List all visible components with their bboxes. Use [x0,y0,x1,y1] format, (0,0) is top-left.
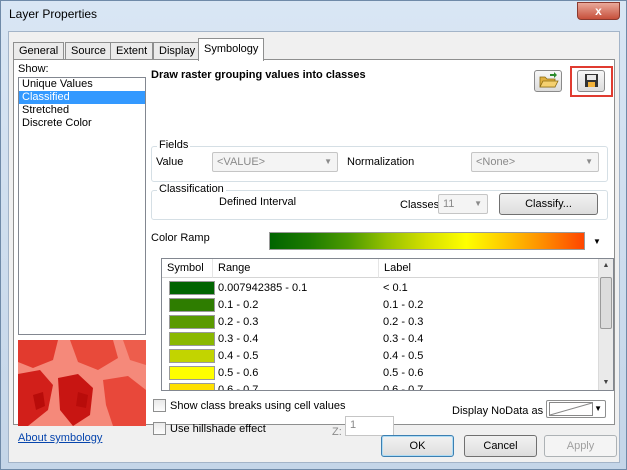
about-symbology-link[interactable]: About symbology [18,432,102,444]
open-renderer-button[interactable] [534,70,562,92]
symbology-panel: Show: Unique Values Classified Stretched… [13,59,615,444]
normalization-label: Normalization [347,156,415,168]
table-row[interactable]: 0.6 - 0.7 0.6 - 0.7 [162,382,600,390]
layer-properties-window: Layer Properties x General Source Extent… [0,0,627,470]
classification-group-title: Classification [157,183,226,195]
floppy-disk-icon [585,74,598,87]
symbol-swatch[interactable] [169,366,215,380]
label-cell[interactable]: 0.4 - 0.5 [383,350,423,362]
symbol-class-table: Symbol Range Label 0.007942385 - 0.1 < 0.… [161,258,614,391]
symbol-swatch[interactable] [169,315,215,329]
symbol-swatch[interactable] [169,332,215,346]
chevron-down-icon: ▼ [474,199,482,208]
classes-select[interactable]: 11 ▼ [438,194,488,214]
classes-label: Classes [400,199,440,211]
scroll-thumb[interactable] [600,277,612,329]
show-item-unique-values[interactable]: Unique Values [19,78,145,91]
symbol-swatch[interactable] [169,298,215,312]
value-field-select[interactable]: <VALUE> ▼ [212,152,338,172]
dialog-client: General Source Extent Display Symbology … [8,31,620,463]
window-title: Layer Properties [9,7,98,21]
tab-source[interactable]: Source [65,42,112,60]
table-vertical-scrollbar[interactable]: ▲ ▼ [598,259,613,390]
show-label: Show: [18,63,49,75]
apply-button[interactable]: Apply [544,435,617,457]
range-cell[interactable]: 0.3 - 0.4 [218,333,258,345]
symbol-swatch[interactable] [169,281,215,295]
show-class-breaks-checkbox[interactable] [153,399,166,412]
nodata-swatch-icon [549,402,593,416]
nodata-label: Display NoData as [452,405,544,417]
show-item-classified[interactable]: Classified [19,91,145,104]
label-cell[interactable]: 0.5 - 0.6 [383,367,423,379]
table-row[interactable]: 0.1 - 0.2 0.1 - 0.2 [162,297,600,314]
save-highlight-box [570,66,613,97]
close-button[interactable]: x [577,2,620,20]
label-cell[interactable]: < 0.1 [383,282,408,294]
normalization-selected: <None> [476,156,516,168]
z-factor-input[interactable]: 1 [345,416,394,436]
color-ramp-label: Color Ramp [151,232,210,244]
show-item-stretched[interactable]: Stretched [19,104,145,117]
table-row[interactable]: 0.4 - 0.5 0.4 - 0.5 [162,348,600,365]
label-cell[interactable]: 0.1 - 0.2 [383,299,423,311]
nodata-color-select[interactable]: ▼ [546,400,606,418]
chevron-down-icon: ▼ [594,404,602,413]
table-row[interactable]: 0.5 - 0.6 0.5 - 0.6 [162,365,600,382]
color-ramp-chevron-down-icon[interactable]: ▼ [593,237,601,246]
range-cell[interactable]: 0.2 - 0.3 [218,316,258,328]
range-cell[interactable]: 0.007942385 - 0.1 [218,282,307,294]
table-row[interactable]: 0.2 - 0.3 0.2 - 0.3 [162,314,600,331]
value-label: Value [156,156,184,168]
title-bar[interactable]: Layer Properties x [1,1,626,31]
chevron-down-icon: ▼ [324,157,332,166]
z-label: Z: [332,426,342,438]
chevron-down-icon: ▼ [585,157,593,166]
value-field-selected: <VALUE> [217,156,266,168]
classes-value: 11 [443,198,455,210]
scroll-up-icon[interactable]: ▲ [599,259,613,273]
fields-group-title: Fields [157,139,191,151]
show-list[interactable]: Unique Values Classified Stretched Discr… [18,77,146,335]
symbol-swatch[interactable] [169,383,215,390]
ok-button[interactable]: OK [381,435,454,457]
label-cell[interactable]: 0.2 - 0.3 [383,316,423,328]
cancel-button[interactable]: Cancel [464,435,537,457]
scroll-down-icon[interactable]: ▼ [599,376,613,390]
table-row[interactable]: 0.007942385 - 0.1 < 0.1 [162,280,600,297]
table-row[interactable]: 0.3 - 0.4 0.3 - 0.4 [162,331,600,348]
label-cell[interactable]: 0.6 - 0.7 [383,384,423,390]
range-cell[interactable]: 0.6 - 0.7 [218,384,258,390]
label-column-header[interactable]: Label [379,259,600,278]
range-cell[interactable]: 0.5 - 0.6 [218,367,258,379]
show-item-discrete-color[interactable]: Discrete Color [19,117,145,130]
show-class-breaks-label: Show class breaks using cell values [170,400,346,412]
tab-display[interactable]: Display [153,42,202,60]
folder-open-icon [539,72,559,88]
range-cell[interactable]: 0.4 - 0.5 [218,350,258,362]
tab-extent[interactable]: Extent [110,42,154,60]
save-renderer-button[interactable] [577,70,605,92]
range-column-header[interactable]: Range [213,259,379,278]
symbol-column-header[interactable]: Symbol [162,259,213,278]
label-cell[interactable]: 0.3 - 0.4 [383,333,423,345]
hillshade-checkbox[interactable] [153,422,166,435]
normalization-select[interactable]: <None> ▼ [471,152,599,172]
tab-general[interactable]: General [13,42,65,60]
color-ramp-select[interactable] [269,232,585,250]
symbology-preview-image [18,340,146,426]
tab-symbology[interactable]: Symbology [198,38,265,61]
classification-method: Defined Interval [219,196,297,208]
symbol-swatch[interactable] [169,349,215,363]
range-cell[interactable]: 0.1 - 0.2 [218,299,258,311]
hillshade-label: Use hillshade effect [170,423,266,435]
renderer-heading: Draw raster grouping values into classes [151,69,366,81]
classify-button[interactable]: Classify... [499,193,598,215]
